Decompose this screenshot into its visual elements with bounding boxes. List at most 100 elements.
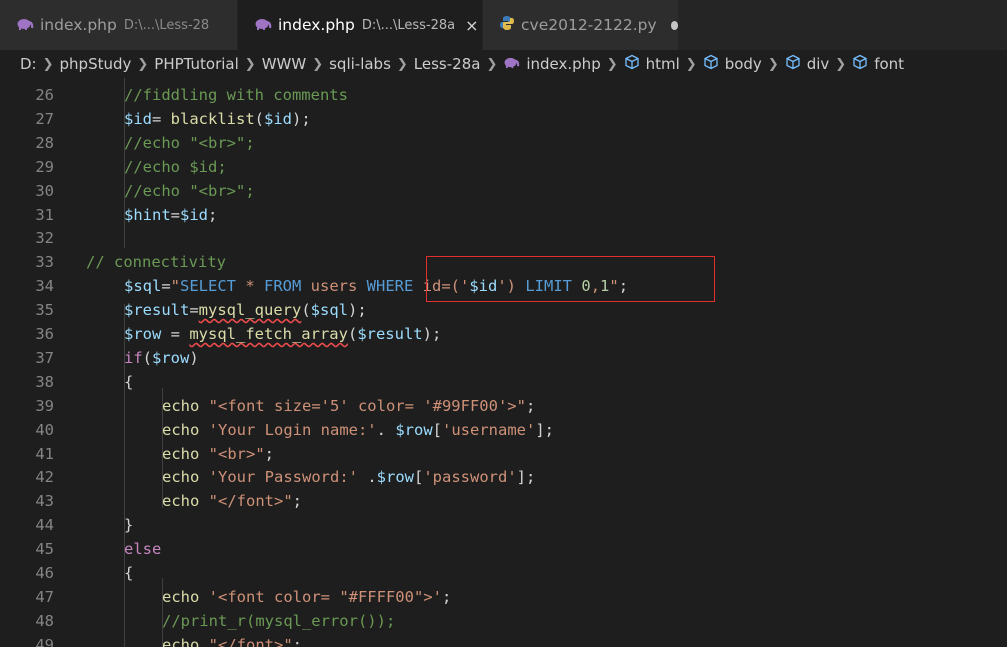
breadcrumb: D: ❯ phpStudy ❯ PHPTutorial ❯ WWW ❯ sqli…	[0, 50, 1007, 78]
code-token: ;	[208, 205, 218, 224]
code-token: echo	[162, 587, 200, 606]
line-content: $id= blacklist($id);	[124, 107, 311, 131]
code-token: //echo "<br>";	[124, 133, 255, 152]
code-editor[interactable]: 26//fiddling with comments 27 $id= blackli…	[0, 78, 1007, 647]
symbol-cube-icon	[852, 54, 868, 74]
code-token: [	[413, 468, 424, 487]
code-line[interactable]: 32	[0, 226, 1007, 250]
code-token: "</font>"	[208, 492, 293, 511]
code-line[interactable]: 43 echo "</font>";	[0, 489, 1007, 513]
code-line[interactable]: 30 //echo "<br>";	[0, 179, 1007, 203]
code-line[interactable]: 44}	[0, 513, 1007, 537]
breadcrumb-item-file[interactable]: index.php	[503, 55, 601, 73]
code-token: =	[161, 277, 171, 296]
code-line[interactable]: 41 echo "<br>";	[0, 442, 1007, 466]
tab-index-php-less-28[interactable]: index.php D:\...\Less-28	[0, 0, 238, 50]
code-token: 'username'	[442, 420, 536, 439]
code-token: (	[254, 109, 265, 128]
php-elephant-icon	[503, 55, 520, 73]
code-line[interactable]: 47 echo '<font color= "#FFFF00">';	[0, 585, 1007, 609]
code-token: //echo "<br>";	[124, 181, 255, 200]
code-token: $hint	[124, 205, 171, 224]
line-content: $hint=$id;	[124, 203, 217, 227]
code-line[interactable]: 38 {	[0, 370, 1007, 394]
code-line[interactable]: 27 $id= blacklist($id);	[0, 107, 1007, 131]
code-line[interactable]: 48 //print_r(mysql_error());	[0, 609, 1007, 633]
line-content: echo '<font color= "#FFFF00">';	[162, 585, 451, 609]
code-token: {	[124, 564, 134, 582]
breadcrumb-item-phpstudy[interactable]: phpStudy	[60, 55, 132, 73]
code-token: }	[124, 516, 134, 535]
chevron-right-icon: ❯	[42, 56, 54, 72]
code-line[interactable]: 40 echo 'Your Login name:'. $row['usernam…	[0, 418, 1007, 442]
tab-filepath: D:\...\Less-28a	[361, 17, 456, 33]
code-line[interactable]: 46 {	[0, 561, 1007, 585]
code-token: // connectivity	[86, 253, 226, 272]
code-token: )	[189, 348, 199, 367]
line-number: 38	[35, 372, 54, 391]
line-content: {	[124, 370, 133, 394]
line-number: 44	[35, 516, 54, 535]
code-token: $row	[376, 468, 414, 487]
code-token: *	[236, 277, 265, 296]
breadcrumb-item-html[interactable]: html	[624, 54, 680, 74]
code-token: =	[170, 205, 181, 224]
code-line[interactable]: 39 echo "<font size='5' color= '#99FF00'>…	[0, 394, 1007, 418]
breadcrumb-item-phptutorial[interactable]: PHPTutorial	[154, 55, 239, 73]
code-token: echo	[162, 396, 200, 415]
code-line[interactable]: 29 //echo $id;	[0, 155, 1007, 179]
code-line[interactable]: 26 //fiddling with comments	[0, 83, 1007, 107]
chevron-right-icon: ❯	[396, 56, 408, 72]
close-icon[interactable]: ×	[465, 16, 478, 35]
line-content: echo 'Your Password:' .$row['password'];	[162, 465, 535, 489]
line-number: 31	[35, 205, 54, 224]
code-line[interactable]: 45 else	[0, 537, 1007, 561]
line-number: 28	[35, 133, 54, 152]
code-token: blacklist	[170, 109, 255, 128]
breadcrumb-label: index.php	[526, 55, 601, 73]
highlight-box	[426, 256, 715, 302]
breadcrumb-item-less-28a[interactable]: Less-28a	[414, 55, 481, 73]
breadcrumb-item-font[interactable]: font	[852, 54, 904, 74]
tab-filepath: D:\...\Less-28	[123, 17, 210, 33]
code-line[interactable]: 31 $hint=$id;	[0, 203, 1007, 227]
tab-filename: cve2012-2122.py	[521, 16, 657, 34]
line-number: 42	[35, 468, 54, 487]
code-line[interactable]: 42 echo 'Your Password:' .$row['password'…	[0, 465, 1007, 489]
code-token: echo	[162, 492, 200, 511]
tab-filename: index.php	[278, 16, 355, 34]
code-token: ;	[525, 396, 536, 415]
unsaved-dot-icon[interactable]	[670, 20, 678, 30]
code-token: $row	[124, 325, 162, 343]
code-token: //print_r(mysql_error());	[162, 611, 396, 630]
breadcrumb-label: div	[806, 55, 830, 73]
line-number: 47	[35, 587, 54, 606]
code-token: '<font color= "#FFFF00">'	[208, 587, 442, 606]
code-line[interactable]: 28 //echo "<br>";	[0, 131, 1007, 155]
line-number: 27	[35, 109, 54, 128]
code-token: users	[301, 277, 367, 296]
line-content: //echo "<br>";	[124, 179, 255, 203]
code-token: =	[161, 325, 190, 343]
line-content: //echo $id;	[124, 155, 227, 179]
code-token: ;	[292, 492, 303, 511]
breadcrumb-item-drive[interactable]: D:	[20, 55, 37, 73]
breadcrumb-item-www[interactable]: WWW	[262, 55, 307, 73]
code-token: (	[142, 348, 153, 367]
line-number: 40	[35, 420, 54, 439]
tab-cve2012-2122-py[interactable]: cve2012-2122.py	[483, 0, 679, 50]
breadcrumb-item-sqli-labs[interactable]: sqli-labs	[329, 55, 391, 73]
code-token: ;	[441, 587, 452, 606]
breadcrumb-item-div[interactable]: div	[785, 54, 830, 74]
line-content: //fiddling with comments	[124, 83, 348, 107]
line-number: 35	[35, 301, 54, 320]
code-token: $id	[264, 109, 293, 128]
code-token: "</font>"	[208, 635, 293, 647]
code-line[interactable]: 49 echo "</font>";	[0, 633, 1007, 647]
code-line[interactable]: 37 if($row)	[0, 346, 1007, 370]
tab-index-php-less-28a[interactable]: index.php D:\...\Less-28a ×	[238, 0, 483, 50]
breadcrumb-item-body[interactable]: body	[703, 54, 762, 74]
code-line[interactable]: 36 $row = mysql_fetch_array($result);	[0, 322, 1007, 346]
